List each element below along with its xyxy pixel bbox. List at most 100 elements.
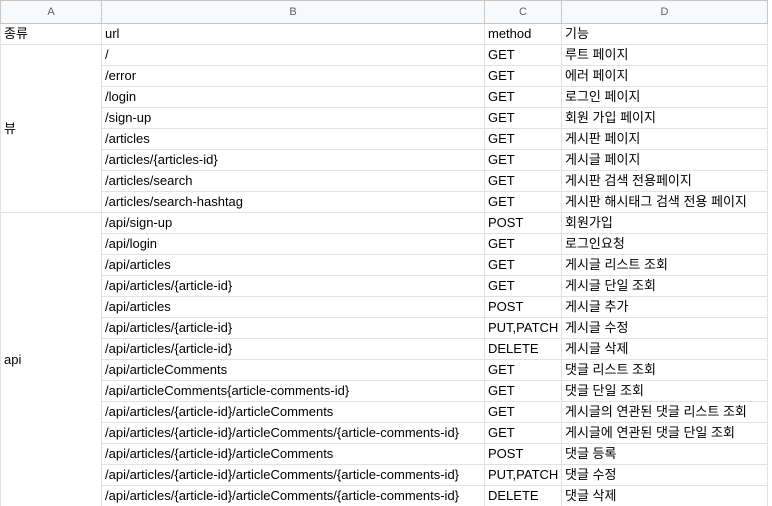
header-cell-url[interactable]: url [101, 23, 485, 45]
feature-cell[interactable]: 댓글 단일 조회 [561, 380, 768, 402]
method-cell[interactable]: GET [484, 191, 562, 213]
column-header-d[interactable]: D [561, 0, 768, 24]
feature-cell[interactable]: 게시글의 연관된 댓글 리스트 조회 [561, 401, 768, 423]
spreadsheet-grid: A B C D 종류 url method 기능 뷰 / GET 루트 페이지/err… [0, 0, 772, 506]
table-row: /api/login GET 로그인요청 [1, 233, 768, 255]
table-row: /articles GET 게시판 페이지 [1, 128, 768, 150]
url-cell[interactable]: /articles/{articles-id} [101, 149, 485, 171]
column-header-row: A B C D [0, 0, 768, 24]
feature-cell[interactable]: 게시판 검색 전용페이지 [561, 170, 768, 192]
header-row: 종류 url method 기능 [0, 23, 768, 45]
method-cell[interactable]: GET [484, 401, 562, 423]
table-row: /api/articles/{article-id}/articleCommen… [1, 401, 768, 423]
feature-cell[interactable]: 게시글 페이지 [561, 149, 768, 171]
group-cell[interactable]: 뷰 [0, 44, 102, 213]
table-row: /api/articles/{article-id}/articleCommen… [1, 464, 768, 486]
url-cell[interactable]: /api/articles [101, 296, 485, 318]
url-cell[interactable]: /api/articles/{article-id} [101, 338, 485, 360]
url-cell[interactable]: /login [101, 86, 485, 108]
method-cell[interactable]: GET [484, 149, 562, 171]
feature-cell[interactable]: 회원가입 [561, 212, 768, 234]
url-cell[interactable]: /api/articleComments{article-comments-id… [101, 380, 485, 402]
table-row: 뷰 / GET 루트 페이지 [0, 44, 768, 213]
method-cell[interactable]: GET [484, 107, 562, 129]
column-header-c[interactable]: C [484, 0, 562, 24]
method-cell[interactable]: DELETE [484, 338, 562, 360]
method-cell[interactable]: GET [484, 128, 562, 150]
column-header-a[interactable]: A [0, 0, 102, 24]
table-row: /login GET 로그인 페이지 [1, 86, 768, 108]
method-cell[interactable]: GET [484, 233, 562, 255]
header-cell-type[interactable]: 종류 [0, 23, 102, 45]
url-cell[interactable]: /articles/search [101, 170, 485, 192]
method-cell[interactable]: GET [484, 44, 562, 66]
feature-cell[interactable]: 게시글에 연관된 댓글 단일 조회 [561, 422, 768, 444]
feature-cell[interactable]: 댓글 리스트 조회 [561, 359, 768, 381]
table-row: /error GET 에러 페이지 [1, 65, 768, 87]
method-cell[interactable]: GET [484, 359, 562, 381]
group-cell[interactable]: api [0, 212, 102, 506]
method-cell[interactable]: GET [484, 422, 562, 444]
column-header-b[interactable]: B [101, 0, 485, 24]
table-row: /api/articles/{article-id} DELETE 게시글 삭제 [1, 338, 768, 360]
feature-cell[interactable]: 게시글 수정 [561, 317, 768, 339]
url-cell[interactable]: /api/articles [101, 254, 485, 276]
url-cell[interactable]: /api/articles/{article-id}/articleCommen… [101, 464, 485, 486]
url-cell[interactable]: /api/articles/{article-id}/articleCommen… [101, 401, 485, 423]
method-cell[interactable]: GET [484, 254, 562, 276]
feature-cell[interactable]: 게시글 삭제 [561, 338, 768, 360]
table-row: /api/articles/{article-id}/articleCommen… [1, 422, 768, 444]
api-spec-table: A B C D 종류 url method 기능 뷰 / GET 루트 페이지/err… [0, 0, 768, 506]
method-cell[interactable]: PUT,PATCH [484, 464, 562, 486]
feature-cell[interactable]: 댓글 수정 [561, 464, 768, 486]
feature-cell[interactable]: 로그인 페이지 [561, 86, 768, 108]
feature-cell[interactable]: 로그인요청 [561, 233, 768, 255]
table-row: /api/articleComments{article-comments-id… [1, 380, 768, 402]
method-cell[interactable]: PUT,PATCH [484, 317, 562, 339]
url-cell[interactable]: /articles [101, 128, 485, 150]
table-row: /api/articles GET 게시글 리스트 조회 [1, 254, 768, 276]
table-row: /articles/{articles-id} GET 게시글 페이지 [1, 149, 768, 171]
url-cell[interactable]: /api/articles/{article-id}/articleCommen… [101, 443, 485, 465]
url-cell[interactable]: /api/articles/{article-id} [101, 275, 485, 297]
url-cell[interactable]: /api/articles/{article-id}/articleCommen… [101, 485, 485, 506]
url-cell[interactable]: /articles/search-hashtag [101, 191, 485, 213]
method-cell[interactable]: GET [484, 86, 562, 108]
url-cell[interactable]: / [101, 44, 485, 66]
url-cell[interactable]: /api/articles/{article-id}/articleCommen… [101, 422, 485, 444]
feature-cell[interactable]: 댓글 등록 [561, 443, 768, 465]
method-cell[interactable]: DELETE [484, 485, 562, 506]
feature-cell[interactable]: 댓글 삭제 [561, 485, 768, 506]
feature-cell[interactable]: 에러 페이지 [561, 65, 768, 87]
method-cell[interactable]: GET [484, 170, 562, 192]
table-row: /api/articles POST 게시글 추가 [1, 296, 768, 318]
method-cell[interactable]: POST [484, 212, 562, 234]
feature-cell[interactable]: 게시글 단일 조회 [561, 275, 768, 297]
url-cell[interactable]: /api/articleComments [101, 359, 485, 381]
feature-cell[interactable]: 루트 페이지 [561, 44, 768, 66]
table-row: /api/articleComments GET 댓글 리스트 조회 [1, 359, 768, 381]
feature-cell[interactable]: 회원 가입 페이지 [561, 107, 768, 129]
url-cell[interactable]: /api/sign-up [101, 212, 485, 234]
method-cell[interactable]: POST [484, 443, 562, 465]
feature-cell[interactable]: 게시판 페이지 [561, 128, 768, 150]
method-cell[interactable]: GET [484, 380, 562, 402]
method-cell[interactable]: POST [484, 296, 562, 318]
table-row: /articles/search GET 게시판 검색 전용페이지 [1, 170, 768, 192]
table-row: /api/articles/{article-id}/articleCommen… [1, 485, 768, 506]
method-cell[interactable]: GET [484, 275, 562, 297]
table-row: /api/articles/{article-id} GET 게시글 단일 조회 [1, 275, 768, 297]
url-cell[interactable]: /api/login [101, 233, 485, 255]
table-row: /api/articles/{article-id} PUT,PATCH 게시글 수… [1, 317, 768, 339]
table-row: /articles/search-hashtag GET 게시판 해시태그 검색 전… [1, 191, 768, 213]
url-cell[interactable]: /api/articles/{article-id} [101, 317, 485, 339]
feature-cell[interactable]: 게시판 해시태그 검색 전용 페이지 [561, 191, 768, 213]
header-cell-feature[interactable]: 기능 [561, 23, 768, 45]
feature-cell[interactable]: 게시글 추가 [561, 296, 768, 318]
url-cell[interactable]: /error [101, 65, 485, 87]
method-cell[interactable]: GET [484, 65, 562, 87]
header-cell-method[interactable]: method [484, 23, 562, 45]
feature-cell[interactable]: 게시글 리스트 조회 [561, 254, 768, 276]
url-cell[interactable]: /sign-up [101, 107, 485, 129]
table-row: api/api/sign-up POST 회원가입 [0, 212, 768, 506]
